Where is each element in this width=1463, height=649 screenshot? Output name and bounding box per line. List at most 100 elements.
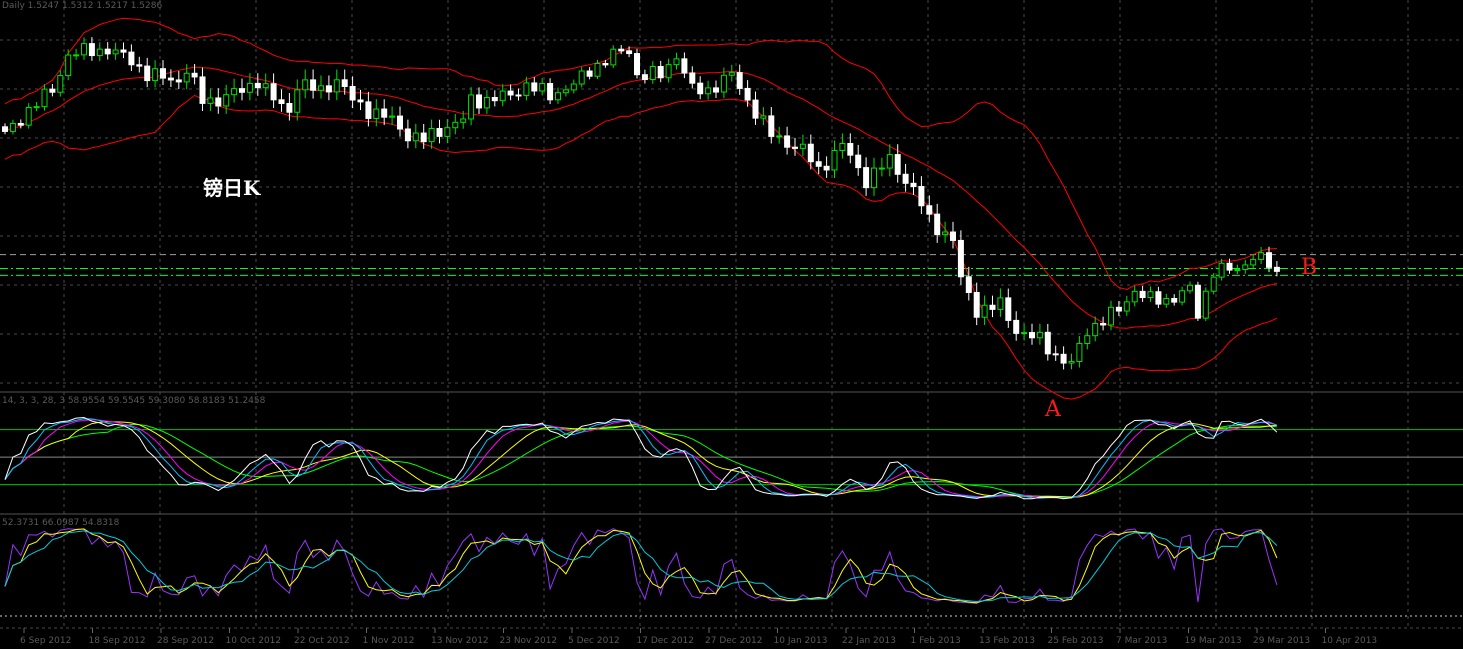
x-tick-label: 17 Dec 2012 [636,636,695,646]
candle-bull [1084,335,1091,344]
candle-bear [823,165,830,171]
candle-bull [483,97,490,109]
candle-bear [507,90,514,96]
candle-bull [760,115,767,119]
candle-bull [878,167,885,170]
candle-bear [784,135,791,148]
candle-bear [1155,291,1162,305]
candle-bull [262,83,269,89]
candle-bear [926,205,933,215]
candle-bull [871,167,877,189]
x-tick-label: 10 Oct 2012 [225,636,282,646]
candle-bull [1163,297,1170,305]
candle-bull [444,127,451,137]
candle-bear [49,88,56,93]
candle-bull [942,231,949,236]
candle-bull [468,94,475,120]
symbol-info: Daily 1.5247 1.5312 1.5217 1.5286 [2,1,163,11]
candle-bull [728,72,735,76]
candle-bear [957,239,964,278]
candle-bull [665,64,672,79]
candle-bear [847,143,854,156]
candle-bull [294,89,301,113]
candle-bull [1076,342,1083,362]
candle-bear [397,115,403,130]
candle-bear [1052,353,1059,356]
chart-title-label: 镑日K [203,176,261,200]
candle-bear [641,74,648,81]
candle-bull [231,88,238,96]
candle-bear [973,292,980,318]
candle-bull [41,88,48,108]
candle-bull [460,118,467,123]
candle-bull [1147,291,1154,299]
candle-bull [1187,284,1193,292]
candle-bear [626,50,633,55]
candle-bear [713,87,719,93]
bollinger-middle [4,66,1278,329]
ma2-line [4,421,1277,498]
candle-bear [1005,297,1012,321]
x-tick-label: 25 Feb 2013 [1047,636,1104,646]
candle-bear [697,82,704,95]
candle-bull [96,48,103,57]
candle-bear [310,79,317,91]
candle-bear [989,304,996,310]
candle-bear [104,48,111,55]
candle-bear [191,72,198,78]
candle-bull [1218,262,1225,278]
candle-bear [476,94,482,109]
indicator2-info: 52.3731 66.0987 54.8318 [2,518,120,528]
candle-bear [602,62,609,66]
candle-bear [1029,332,1035,339]
candle-bear [657,65,664,79]
candle-bear [547,83,554,101]
candle-bull [428,128,435,143]
indicator1-info: 14, 3, 3, 28, 3 58.9554 59.5545 59.3080 … [2,396,266,406]
candle-bull [1258,252,1265,260]
candle-bear [934,213,941,236]
candle-bull [831,149,838,171]
candle-bear [436,128,443,137]
candle-bull [523,82,530,96]
x-tick-label: 19 Mar 2013 [1184,636,1242,646]
candle-bear [736,72,743,89]
candle-bear [420,132,427,143]
candle-bear [1060,353,1067,364]
x-tick-label: 6 Sep 2012 [20,636,72,646]
candle-bull [539,83,546,92]
candle-bull [1108,306,1114,326]
candle-bear [1266,252,1272,268]
candle-bull [25,106,32,126]
candle-bull [81,43,87,56]
candle-bear [855,154,862,169]
candle-bear [491,97,498,102]
candle-bear [1115,306,1122,312]
candle-bull [555,92,561,101]
candle-bull [981,304,988,318]
candle-bear [768,115,775,137]
candle-bear [1273,266,1280,272]
candle-bear [1194,284,1201,319]
candle-bear [270,83,277,101]
bollinger-lower [4,94,1278,400]
candle-bear [349,86,356,101]
candle-bear [744,87,751,101]
candle-bear [17,122,24,126]
candle-bull [1021,332,1028,335]
candle-bull [33,106,40,109]
price-chart[interactable] [0,0,1463,649]
candle-bear [278,99,285,104]
candle-bull [9,122,16,132]
candle-bear [325,85,332,93]
x-tick-label: 18 Sep 2012 [88,636,146,646]
candle-bear [902,173,909,184]
candle-bear [618,48,625,52]
annotation-b: B [1301,255,1318,280]
candle-bull [594,62,601,77]
candle-bull [246,82,253,93]
x-tick-label: 10 Jan 2013 [773,636,828,646]
x-tick-label: 13 Nov 2012 [431,636,489,646]
x-tick-label: 1 Nov 2012 [362,636,415,646]
candle-bull [65,54,72,77]
